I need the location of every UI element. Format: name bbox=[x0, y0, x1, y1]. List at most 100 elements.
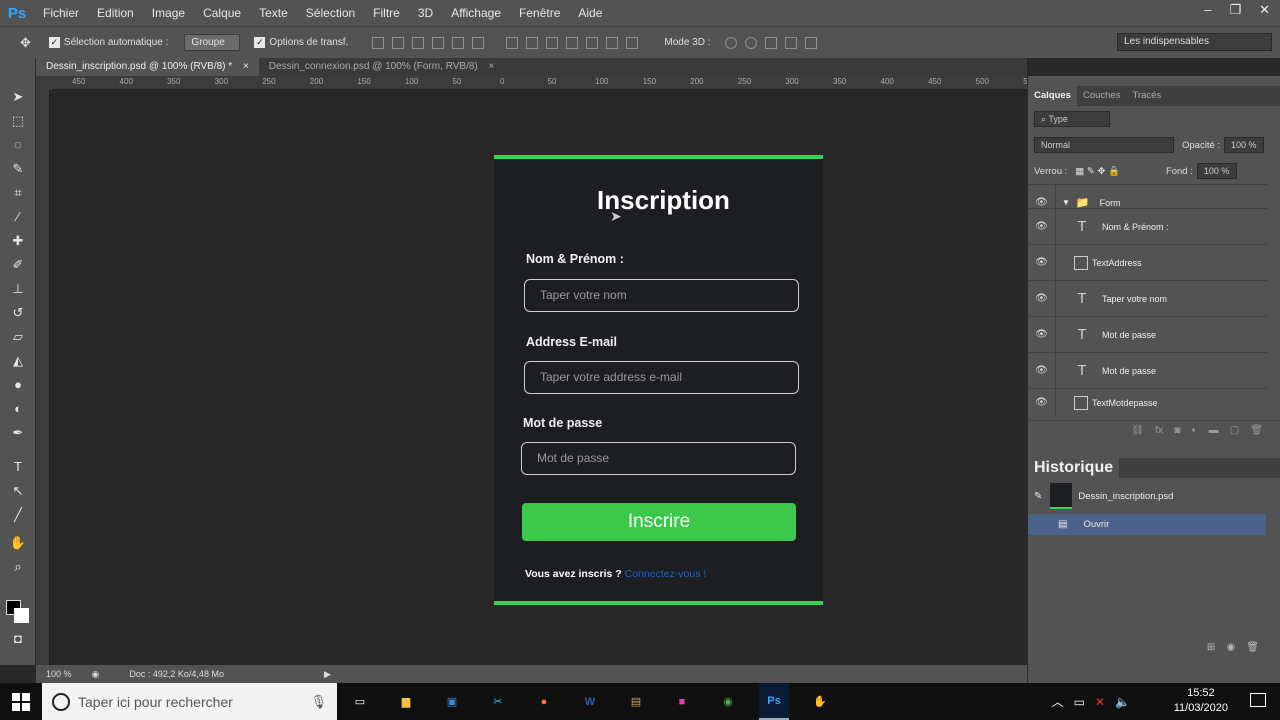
brush-tool-icon[interactable]: ✐ bbox=[9, 256, 27, 274]
windows-start-icon[interactable] bbox=[12, 693, 30, 711]
menu-3d[interactable]: 3D bbox=[409, 0, 442, 26]
eyedropper-icon[interactable]: ⁄ bbox=[9, 208, 27, 226]
path-select-icon[interactable]: ↖ bbox=[9, 482, 27, 500]
task-view-icon[interactable]: ▭ bbox=[345, 683, 375, 720]
status-arrow-icon[interactable]: ▶ bbox=[324, 669, 331, 680]
chrome-icon[interactable]: ◉ bbox=[713, 683, 743, 720]
new-group-icon[interactable]: ▬ bbox=[1209, 425, 1219, 436]
layer-item[interactable]: 👁 T Taper votre nom bbox=[1028, 280, 1268, 316]
dodge-tool-icon[interactable]: ◐ bbox=[9, 400, 27, 418]
new-document-icon[interactable]: ⊞ bbox=[1207, 642, 1215, 653]
transform-checkbox[interactable]: ✓ bbox=[254, 37, 266, 48]
battery-icon[interactable]: ▭ bbox=[1074, 695, 1095, 709]
hand-tool-icon[interactable]: ✋ bbox=[9, 534, 27, 552]
tab-traces[interactable]: Tracés bbox=[1126, 86, 1167, 106]
taskbar-search[interactable]: Taper ici pour rechercher 🎙 bbox=[42, 683, 337, 720]
tab-couches[interactable]: Couches bbox=[1077, 86, 1127, 106]
visibility-eye-icon[interactable]: 👁 bbox=[1028, 389, 1056, 416]
fill-value[interactable]: 100 % bbox=[1196, 163, 1237, 179]
link-layers-icon[interactable]: ⛓ bbox=[1132, 425, 1145, 436]
close-tab-icon[interactable]: × bbox=[489, 61, 495, 72]
history-brush-icon[interactable]: ↺ bbox=[9, 304, 27, 322]
marquee-tool-icon[interactable]: ⬚ bbox=[9, 112, 27, 130]
minimize-icon[interactable]: – bbox=[1204, 0, 1211, 20]
group-expand-icon[interactable]: ▼ bbox=[1062, 198, 1070, 207]
menu-texte[interactable]: Texte bbox=[250, 0, 297, 26]
media-app-icon[interactable]: ▤ bbox=[621, 683, 651, 720]
layer-item[interactable]: 👁 TextAddress bbox=[1028, 244, 1268, 280]
delete-layer-icon[interactable]: 🗑 bbox=[1250, 425, 1263, 436]
layer-filter-select[interactable]: ⌕ Type bbox=[1034, 111, 1110, 127]
menu-selection[interactable]: Sélection bbox=[297, 0, 364, 26]
distribute-right-icon[interactable] bbox=[606, 36, 619, 49]
status-info-icon[interactable]: ◉ bbox=[92, 669, 100, 680]
opacity-value[interactable]: 100 % bbox=[1224, 137, 1265, 153]
visibility-eye-icon[interactable]: 👁 bbox=[1028, 209, 1056, 244]
line-tool-icon[interactable]: ╱ bbox=[9, 506, 27, 524]
distribute-vcenter-icon[interactable] bbox=[526, 36, 539, 49]
snapshot-camera-icon[interactable]: ◉ bbox=[1226, 642, 1235, 653]
menu-affichage[interactable]: Affichage bbox=[442, 0, 510, 26]
align-top-icon[interactable] bbox=[372, 36, 385, 49]
zoom-level[interactable]: 100 % bbox=[46, 669, 72, 679]
visibility-eye-icon[interactable]: 👁 bbox=[1028, 281, 1056, 316]
magenta-app-icon[interactable]: ■ bbox=[667, 683, 697, 720]
firefox-icon[interactable]: ● bbox=[529, 683, 559, 720]
3d-rotate-icon[interactable] bbox=[724, 36, 737, 49]
login-link[interactable]: Connectez-vous ! bbox=[625, 568, 707, 580]
photoshop-taskbar-icon[interactable]: Ps bbox=[759, 683, 789, 720]
distribute-bottom-icon[interactable] bbox=[546, 36, 559, 49]
visibility-eye-icon[interactable]: 👁 bbox=[1028, 245, 1056, 280]
network-icon[interactable]: ✕ bbox=[1095, 695, 1115, 709]
auto-align-icon[interactable] bbox=[626, 36, 639, 49]
align-right-icon[interactable] bbox=[472, 36, 485, 49]
menu-filtre[interactable]: Filtre bbox=[364, 0, 409, 26]
distribute-left-icon[interactable] bbox=[566, 36, 579, 49]
signup-button[interactable]: Inscrire bbox=[522, 503, 796, 541]
menu-fenetre[interactable]: Fenêtre bbox=[510, 0, 569, 26]
distribute-hcenter-icon[interactable] bbox=[586, 36, 599, 49]
history-snapshot[interactable]: ✎ Dessin_inscription.psd bbox=[1028, 480, 1266, 512]
lock-icons[interactable]: ▦ ✎ ✥ 🔒 bbox=[1075, 166, 1120, 177]
menu-calque[interactable]: Calque bbox=[194, 0, 250, 26]
close-tab-icon[interactable]: × bbox=[243, 61, 249, 72]
tab-dessin-connexion[interactable]: Dessin_connexion.psd @ 100% (Form, RVB/8… bbox=[259, 58, 505, 76]
auto-select-checkbox[interactable]: ✓ bbox=[48, 37, 60, 48]
password-field[interactable]: Mot de passe bbox=[521, 442, 796, 475]
close-icon[interactable]: ✕ bbox=[1259, 0, 1270, 20]
menu-image[interactable]: Image bbox=[143, 0, 194, 26]
layer-item[interactable]: 👁 T Mot de passe bbox=[1028, 352, 1268, 388]
adjustment-icon[interactable]: ◐ bbox=[1191, 425, 1197, 436]
healing-brush-icon[interactable]: ✚ bbox=[9, 232, 27, 250]
menu-aide[interactable]: Aide bbox=[569, 0, 611, 26]
blur-tool-icon[interactable]: ● bbox=[9, 376, 27, 394]
background-color-swatch[interactable] bbox=[14, 608, 29, 623]
tab-calques[interactable]: Calques bbox=[1028, 86, 1077, 106]
name-field[interactable]: Taper votre nom bbox=[524, 279, 799, 312]
delete-history-icon[interactable]: 🗑 bbox=[1246, 642, 1259, 653]
menu-fichier[interactable]: Fichier bbox=[34, 0, 88, 26]
layer-item[interactable]: 👁 T Mot de passe bbox=[1028, 316, 1268, 352]
fx-icon[interactable]: fx bbox=[1155, 425, 1163, 436]
visibility-eye-icon[interactable]: 👁 bbox=[1028, 353, 1056, 388]
file-explorer-icon[interactable]: ▆ bbox=[391, 683, 421, 720]
pen-tool-icon[interactable]: ✒ bbox=[9, 424, 27, 442]
mask-icon[interactable]: ◙ bbox=[1174, 425, 1180, 436]
stamp-tool-icon[interactable]: ⊥ bbox=[9, 280, 27, 298]
word-icon[interactable]: W bbox=[575, 683, 605, 720]
3d-scale-icon[interactable] bbox=[804, 36, 817, 49]
visibility-eye-icon[interactable]: 👁 bbox=[1028, 317, 1056, 352]
history-step[interactable]: ▤ Ouvrir bbox=[1028, 514, 1266, 535]
type-tool-icon[interactable]: T bbox=[9, 458, 27, 476]
volume-icon[interactable]: 🔈 bbox=[1115, 695, 1140, 709]
new-layer-icon[interactable]: ▢ bbox=[1230, 425, 1239, 436]
menu-edition[interactable]: Edition bbox=[88, 0, 143, 26]
store-icon[interactable]: ▣ bbox=[437, 683, 467, 720]
restore-icon[interactable]: ❐ bbox=[1229, 0, 1241, 20]
zoom-tool-icon[interactable]: ⌕ bbox=[9, 558, 27, 576]
snipping-tool-icon[interactable]: ✂ bbox=[483, 683, 513, 720]
tab-historique[interactable]: Historique bbox=[1028, 458, 1120, 478]
notifications-icon[interactable] bbox=[1250, 693, 1266, 707]
move-tool-icon[interactable]: ✥ bbox=[20, 35, 31, 51]
email-field[interactable]: Taper votre address e-mail bbox=[524, 361, 799, 394]
